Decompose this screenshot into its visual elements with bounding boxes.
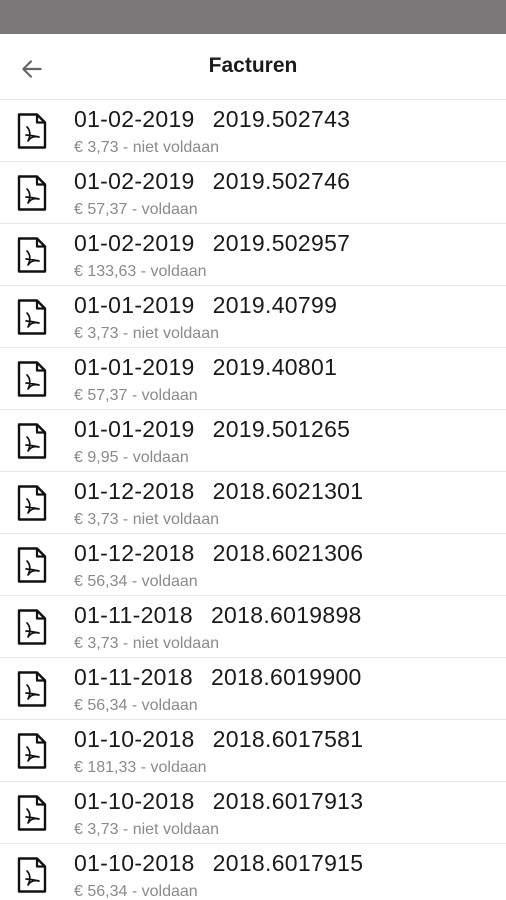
separator: - (118, 821, 133, 838)
invoice-date: 01-10-2018 (74, 726, 195, 752)
invoice-amount: € 133,63 (74, 263, 137, 280)
invoice-status: voldaan (141, 201, 198, 218)
pdf-file-icon (17, 547, 47, 583)
invoice-status: voldaan (150, 263, 207, 280)
invoice-item[interactable]: 01-10-2018 2018.6017581 € 181,33 - voldaa… (0, 720, 506, 782)
invoice-number: 2019.502743 (212, 106, 351, 132)
invoice-date: 01-11-2018 (74, 664, 193, 690)
invoice-item[interactable]: 01-11-2018 2018.6019898 € 3,73 - niet vol… (0, 596, 506, 658)
invoice-date: 01-02-2019 (74, 106, 195, 132)
invoice-item[interactable]: 01-12-2018 2018.6021301 € 3,73 - niet vol… (0, 472, 506, 534)
invoice-item[interactable]: 01-02-2019 2019.502743 € 3,73 - niet vold… (0, 100, 506, 162)
pdf-file-icon (17, 485, 47, 521)
pdf-file-icon (17, 857, 47, 893)
separator: - (127, 883, 142, 900)
invoice-date: 01-01-2019 (74, 416, 195, 442)
separator: - (118, 511, 133, 528)
pdf-file-icon (17, 671, 47, 707)
separator: - (127, 387, 142, 404)
separator: - (118, 139, 133, 156)
invoice-amount: € 3,73 (74, 635, 119, 652)
pdf-file-icon (17, 733, 47, 769)
invoice-item[interactable]: 01-01-2019 2019.40801 € 57,37 - voldaan (0, 348, 506, 410)
separator: - (118, 325, 133, 342)
separator: - (118, 449, 133, 466)
page-title: Facturen (208, 54, 298, 77)
invoice-status: niet voldaan (132, 139, 219, 156)
invoice-date: 01-12-2018 (74, 540, 195, 566)
invoice-status: niet voldaan (132, 511, 219, 528)
invoice-date: 01-11-2018 (74, 602, 193, 628)
invoice-status: voldaan (132, 449, 189, 466)
invoice-number: 2018.6017913 (212, 788, 364, 814)
invoice-number: 2018.6019898 (210, 602, 362, 628)
separator: - (136, 263, 151, 280)
invoice-date: 01-10-2018 (74, 850, 195, 876)
pdf-file-icon (17, 237, 47, 273)
invoice-date: 01-01-2019 (74, 354, 195, 380)
pdf-file-icon (17, 175, 47, 211)
invoice-status: voldaan (141, 573, 198, 590)
pdf-file-icon (17, 423, 47, 459)
invoice-number: 2019.501265 (212, 416, 351, 442)
pdf-file-icon (17, 113, 47, 149)
invoice-status: niet voldaan (132, 325, 219, 342)
invoice-amount: € 3,73 (74, 511, 119, 528)
invoice-date: 01-10-2018 (74, 788, 195, 814)
invoice-date: 01-02-2019 (74, 230, 195, 256)
invoice-number: 2018.6021306 (212, 540, 364, 566)
separator: - (127, 697, 142, 714)
invoice-date: 01-01-2019 (74, 292, 195, 318)
invoice-date: 01-12-2018 (74, 478, 195, 504)
invoice-number: 2018.6019900 (210, 664, 362, 690)
separator: - (127, 573, 142, 590)
invoice-amount: € 9,95 (74, 449, 119, 466)
pdf-file-icon (17, 361, 47, 397)
invoice-amount: € 181,33 (74, 759, 137, 776)
invoice-amount: € 3,73 (74, 139, 119, 156)
invoice-amount: € 57,37 (74, 387, 128, 404)
invoice-number: 2018.6017915 (212, 850, 364, 876)
pdf-file-icon (17, 795, 47, 831)
invoice-item[interactable]: 01-02-2019 2019.502957 € 133,63 - voldaan (0, 224, 506, 286)
invoice-item[interactable]: 01-01-2019 2019.501265 € 9,95 - voldaan (0, 410, 506, 472)
invoice-item[interactable]: 01-12-2018 2018.6021306 € 56,34 - voldaan (0, 534, 506, 596)
invoice-list: 01-02-2019 2019.502743 € 3,73 - niet vold… (0, 100, 506, 900)
invoice-item[interactable]: 01-02-2019 2019.502746 € 57,37 - voldaan (0, 162, 506, 224)
separator: - (118, 635, 133, 652)
invoice-date: 01-02-2019 (74, 168, 195, 194)
app-bar: Facturen (0, 34, 506, 100)
pdf-file-icon (17, 299, 47, 335)
separator: - (136, 759, 151, 776)
invoice-item[interactable]: 01-01-2019 2019.40799 € 3,73 - niet volda… (0, 286, 506, 348)
invoice-status: voldaan (150, 759, 207, 776)
invoice-status: voldaan (141, 697, 198, 714)
invoice-number: 2019.502957 (212, 230, 351, 256)
status-bar (0, 0, 506, 34)
invoice-status: niet voldaan (132, 635, 219, 652)
invoice-amount: € 3,73 (74, 821, 119, 838)
invoice-item[interactable]: 01-10-2018 2018.6017915 € 56,34 - voldaan (0, 844, 506, 900)
invoice-number: 2019.40801 (212, 354, 338, 380)
invoice-status: voldaan (141, 883, 198, 900)
invoice-item[interactable]: 01-11-2018 2018.6019900 € 56,34 - voldaan (0, 658, 506, 720)
invoice-status: niet voldaan (132, 821, 219, 838)
invoice-amount: € 56,34 (74, 697, 128, 714)
invoice-number: 2019.40799 (212, 292, 338, 318)
invoice-amount: € 57,37 (74, 201, 128, 218)
invoice-amount: € 56,34 (74, 883, 128, 900)
invoice-amount: € 56,34 (74, 573, 128, 590)
invoice-number: 2019.502746 (212, 168, 351, 194)
invoice-number: 2018.6017581 (212, 726, 364, 752)
invoice-item[interactable]: 01-10-2018 2018.6017913 € 3,73 - niet vol… (0, 782, 506, 844)
invoice-status: voldaan (141, 387, 198, 404)
pdf-file-icon (17, 609, 47, 645)
invoice-amount: € 3,73 (74, 325, 119, 342)
separator: - (127, 201, 142, 218)
invoice-number: 2018.6021301 (212, 478, 364, 504)
